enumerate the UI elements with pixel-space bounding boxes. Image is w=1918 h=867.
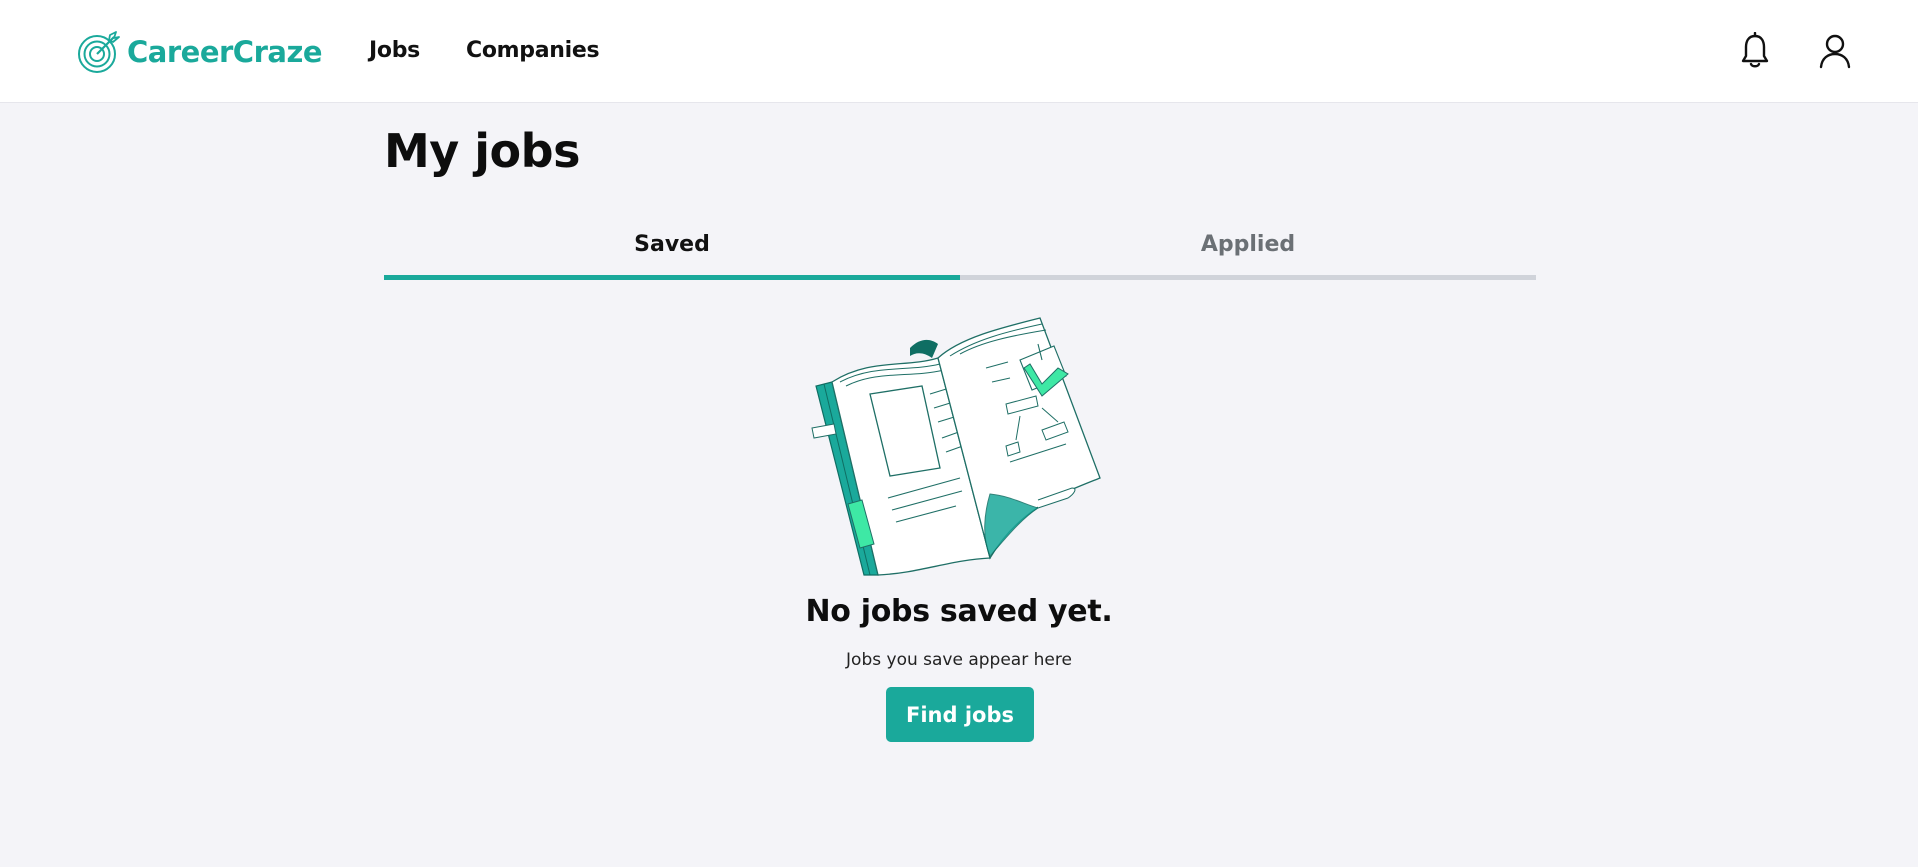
find-jobs-button[interactable]: Find jobs [886,687,1034,742]
empty-state-title: No jobs saved yet. [805,594,1113,629]
page-title: My jobs [384,124,580,178]
logo-text: CareerCraze [127,35,323,69]
nav-companies[interactable]: Companies [466,38,600,63]
tab-applied[interactable]: Applied [960,226,1536,280]
nav-jobs[interactable]: Jobs [369,38,420,63]
tab-bar: Saved Applied [384,226,1536,280]
top-header: CareerCraze Jobs Companies [0,0,1918,103]
profile-button[interactable] [1817,32,1853,70]
user-icon [1819,34,1851,69]
open-book-illustration [810,298,1110,580]
empty-state-subtitle: Jobs you save appear here [846,650,1072,670]
tab-saved[interactable]: Saved [384,226,960,280]
notifications-button[interactable] [1737,31,1773,70]
target-icon [78,31,120,73]
bell-icon [1741,31,1769,68]
logo[interactable]: CareerCraze [77,29,323,75]
